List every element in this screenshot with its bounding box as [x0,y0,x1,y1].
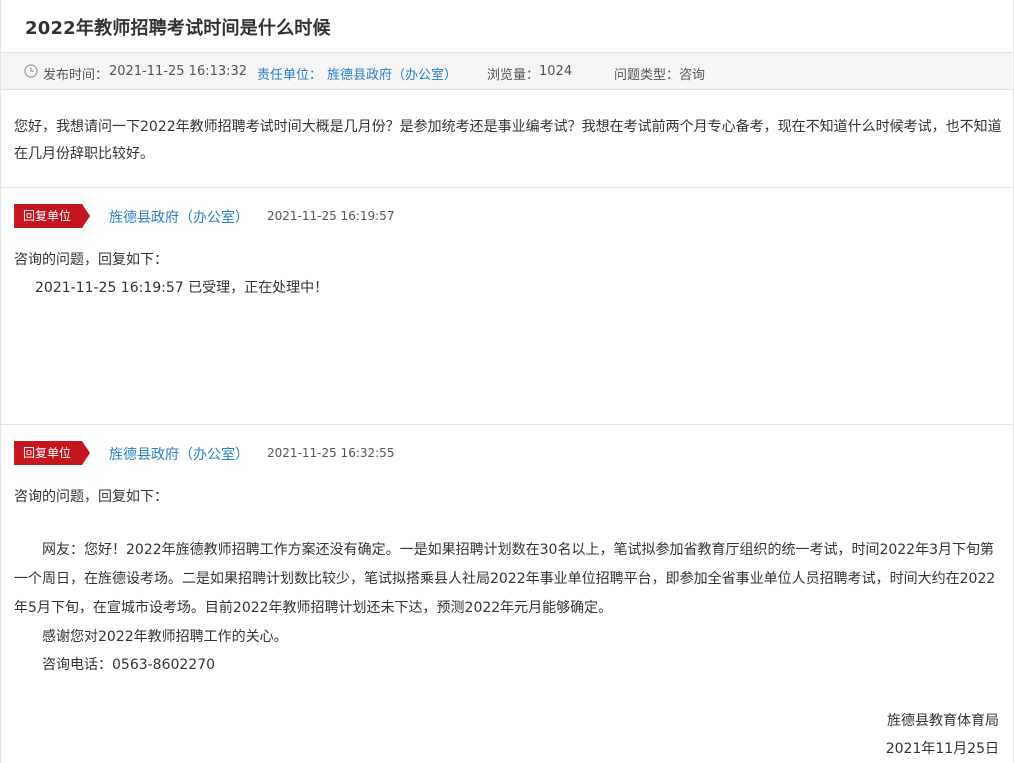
divider [1,187,1013,188]
meta-bar: 发布时间： 2021-11-25 16:13:32 责任单位： 旌德县政府（办公… [1,52,1013,90]
unit-label: 责任单位： [257,68,323,83]
reply-time: 2021-11-25 16:19:57 [267,209,395,223]
reply-body: 网友：您好！2022年旌德教师招聘工作方案还没有确定。一是如果招聘计划数在30名… [14,542,996,616]
page: 2022年教师招聘考试时间是什么时候 发布时间： 2021-11-25 16:1… [0,0,1014,763]
divider [1,424,1013,425]
page-title: 2022年教师招聘考试时间是什么时候 [25,18,331,39]
reply-tag: 回复单位 [14,441,90,465]
views-label: 浏览量： [487,68,540,83]
reply-time: 2021-11-25 16:32:55 [267,446,395,460]
reply-status: 2021-11-25 16:19:57 已受理，正在处理中！ [35,280,329,296]
question-text: 您好，我想请问一下2022年教师招聘考试时间大概是几月份？是参加统考还是事业编考… [14,119,1002,162]
views-count: 1024 [539,64,573,79]
reply-unit-link[interactable]: 旌德县政府（办公室） [109,444,249,464]
reply-intro: 咨询的问题，回复如下： [14,489,168,505]
unit-link[interactable]: 旌德县政府（办公室） [327,64,457,83]
reply-intro: 咨询的问题，回复如下： [14,252,168,268]
reply-thanks: 感谢您对2022年教师招聘工作的关心。 [42,629,288,645]
clock-icon [24,64,38,78]
reply-unit-link[interactable]: 旌德县政府（办公室） [109,207,249,227]
publish-time: 2021-11-25 16:13:32 [109,64,248,79]
reply-tag: 回复单位 [14,204,90,228]
reply-phone: 咨询电话：0563-8602270 [42,657,216,673]
type-label: 问题类型： [614,68,680,83]
publish-label: 发布时间： [43,68,109,83]
reply-signature: 旌德县教育体育局 [887,713,999,729]
reply-date: 2021年11月25日 [885,741,999,757]
type-value: 咨询 [679,68,706,83]
